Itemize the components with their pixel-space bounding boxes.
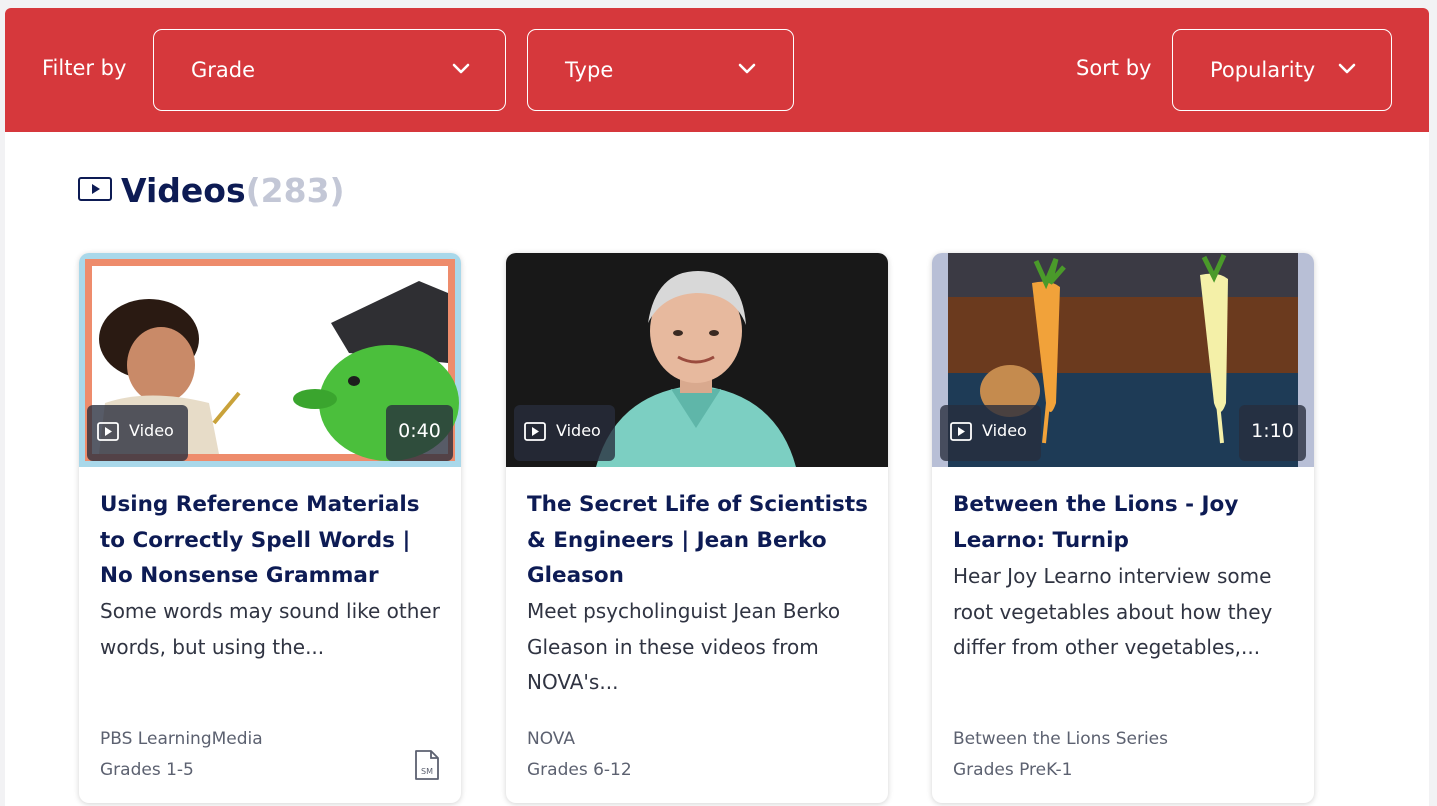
card-title[interactable]: Between the Lions - Joy Learno: Turnip [953,487,1298,558]
filter-bar: Filter by Grade Type Sort by Popularity [5,8,1429,132]
page-frame: Filter by Grade Type Sort by Popularity … [5,8,1429,806]
card-source: Between the Lions Series [953,729,1168,749]
type-badge: Video [87,405,188,461]
card-grades: Grades 6-12 [527,760,632,780]
standards-map-icon[interactable]: SM [414,749,440,781]
section-count: (283) [245,171,345,210]
card-description: Some words may sound like other words, b… [100,599,440,659]
video-card[interactable]: Video The Secret Life of Scientists & En… [506,253,888,803]
filter-by-label: Filter by [42,56,127,80]
type-badge-label: Video [556,421,601,440]
play-icon [524,422,546,441]
grade-dropdown-label: Grade [191,58,256,82]
grade-dropdown[interactable]: Grade [153,29,506,111]
sort-dropdown[interactable]: Popularity [1172,29,1392,111]
video-thumbnail[interactable]: Video 0:40 [79,253,461,467]
type-dropdown[interactable]: Type [527,29,794,111]
type-badge: Video [514,405,615,461]
duration-label: 0:40 [398,420,441,442]
card-grades: Grades 1-5 [100,760,194,780]
video-thumbnail[interactable]: Video 1:10 [932,253,1314,467]
section-title-text: Videos [121,171,246,210]
card-source: PBS LearningMedia [100,729,263,749]
video-thumbnail[interactable]: Video [506,253,888,467]
type-dropdown-label: Type [565,58,614,82]
sort-dropdown-label: Popularity [1210,58,1316,82]
video-play-icon [78,177,112,201]
play-icon [950,422,972,441]
card-source: NOVA [527,729,575,749]
type-badge-label: Video [129,421,174,440]
sort-by-label: Sort by [1076,56,1152,80]
duration-label: 1:10 [1251,420,1294,442]
video-card[interactable]: Video 1:10 Between the Lions - Joy Learn… [932,253,1314,803]
type-badge-label: Video [982,421,1027,440]
card-grades: Grades PreK-1 [953,760,1073,780]
duration-badge: 0:40 [386,405,453,461]
video-card[interactable]: Video 0:40 Using Reference Materials to … [79,253,461,803]
card-title[interactable]: The Secret Life of Scientists & Engineer… [527,487,872,594]
chevron-down-icon [1338,63,1356,74]
standards-map-icon-text: SM [421,767,433,776]
chevron-down-icon [452,63,470,74]
play-icon [97,422,119,441]
duration-badge: 1:10 [1239,405,1306,461]
card-description: Hear Joy Learno interview some root vege… [953,564,1273,659]
section-title: Videos(283) [121,171,345,210]
chevron-down-icon [738,63,756,74]
card-title[interactable]: Using Reference Materials to Correctly S… [100,487,445,594]
type-badge: Video [940,405,1041,461]
card-description: Meet psycholinguist Jean Berko Gleason i… [527,599,841,694]
